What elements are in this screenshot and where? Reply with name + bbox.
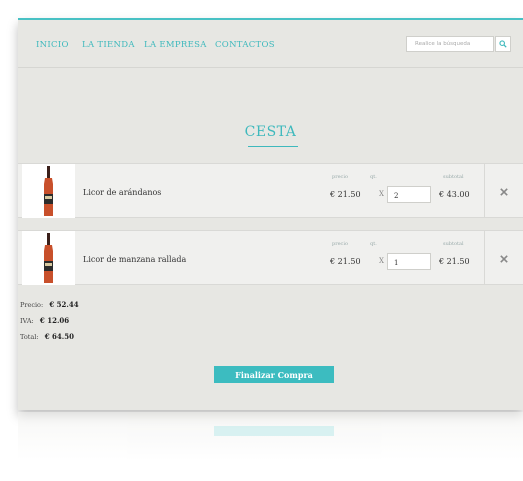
cart-row: Licor de arándanos precio qt. subtotal €… — [18, 163, 523, 218]
screen-reflection — [18, 412, 523, 481]
product-name[interactable]: Licor de manzana rallada — [83, 255, 186, 264]
price-summary-label: Precio: — [20, 301, 44, 309]
checkout-button[interactable]: Finalizar Compra — [214, 366, 334, 383]
quantity-field[interactable] — [387, 186, 431, 203]
quantity-field[interactable] — [387, 253, 431, 270]
nav-link-inicio[interactable]: INICIO — [36, 40, 69, 50]
product-name[interactable]: Licor de arándanos — [83, 188, 161, 197]
remove-item-button[interactable] — [496, 251, 512, 267]
times-sign: X — [379, 190, 384, 198]
close-icon — [500, 255, 508, 263]
price-summary: Precio: € 52.44 — [20, 300, 79, 309]
nav-link-la-tienda[interactable]: LA TIENDA — [82, 40, 135, 50]
product-image — [22, 231, 75, 285]
times-sign: X — [379, 257, 384, 265]
page-title: CESTA — [244, 124, 297, 140]
cart-row: Licor de manzana rallada precio qt. subt… — [18, 230, 523, 285]
close-icon — [500, 188, 508, 196]
cart-page: INICIO LA TIENDA LA EMPRESA CONTACTOS Re… — [18, 18, 523, 410]
product-subtotal: € 21.50 — [439, 257, 470, 266]
search-icon — [499, 40, 507, 48]
bottle-icon — [44, 166, 53, 216]
reflection-button-shape — [214, 426, 334, 436]
search-button[interactable] — [495, 36, 511, 52]
iva-summary-value: € 12.06 — [39, 316, 70, 325]
subtotal-label: subtotal — [443, 174, 464, 180]
iva-summary-label: IVA: — [20, 317, 34, 325]
total-summary-value: € 64.50 — [44, 332, 74, 341]
qty-label: qt. — [370, 174, 377, 180]
search-input[interactable]: Realice la búsqueda — [406, 36, 494, 52]
product-price: € 21.50 — [330, 190, 361, 199]
product-image — [22, 164, 75, 218]
total-summary: Total: € 64.50 — [20, 332, 74, 341]
product-subtotal: € 43.00 — [439, 190, 470, 199]
remove-item-button[interactable] — [496, 184, 512, 200]
subtotal-label: subtotal — [443, 241, 464, 247]
row-divider — [484, 231, 485, 285]
iva-summary: IVA: € 12.06 — [20, 316, 69, 325]
price-label: precio — [332, 174, 348, 180]
nav-link-la-empresa[interactable]: LA EMPRESA — [144, 40, 207, 50]
qty-label: qt. — [370, 241, 377, 247]
top-nav: INICIO LA TIENDA LA EMPRESA CONTACTOS Re… — [18, 20, 523, 68]
total-summary-label: Total: — [20, 333, 39, 341]
title-underline — [248, 146, 298, 147]
nav-link-contactos[interactable]: CONTACTOS — [215, 40, 275, 50]
bottle-icon — [44, 233, 53, 283]
row-divider — [484, 164, 485, 218]
price-summary-value: € 52.44 — [49, 300, 79, 309]
product-price: € 21.50 — [330, 257, 361, 266]
price-label: precio — [332, 241, 348, 247]
